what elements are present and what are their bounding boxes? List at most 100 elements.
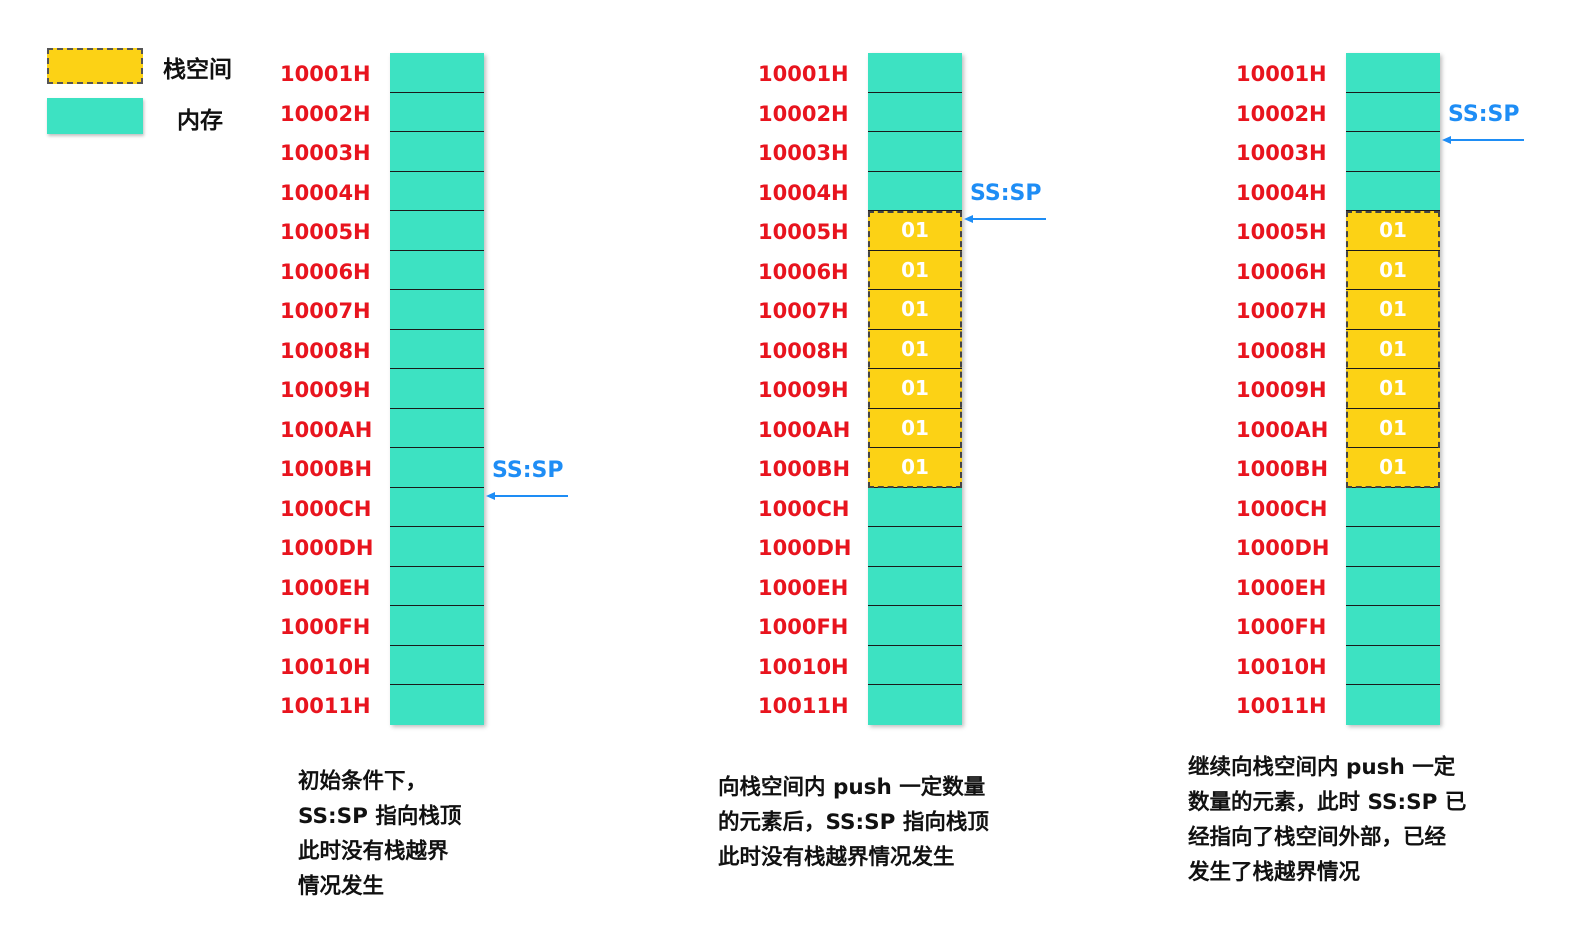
stack-cell: 01 <box>868 329 962 369</box>
address-label: 10006H <box>1236 259 1327 284</box>
caption-line: SS:SP 指向栈顶 <box>298 804 462 829</box>
memory-cell <box>1346 171 1440 211</box>
address-label: 10006H <box>758 259 849 284</box>
address-label: 1000AH <box>758 417 851 442</box>
address-label: 10009H <box>758 378 849 402</box>
address-label: 1000EH <box>758 575 849 600</box>
memory-column: 01 01 01 01 01 01 01 <box>1346 53 1440 725</box>
address-label: 1000BH <box>1236 457 1329 481</box>
caption-line: 情况发生 <box>298 874 385 899</box>
address-label: 1000DH <box>1236 536 1330 560</box>
address-label: 10002H <box>1236 101 1327 126</box>
stack-cell-value: 01 <box>1379 415 1407 440</box>
address-label: 10005H <box>1236 220 1327 244</box>
address-label: 10001H <box>758 62 849 86</box>
memory-cell <box>390 132 484 172</box>
pointer-arrow-icon <box>964 215 1046 223</box>
address-label: 1000BH <box>758 457 851 481</box>
memory-swatch <box>47 98 143 134</box>
address-label: 1000FH <box>280 615 371 639</box>
address-label: 10008H <box>758 338 849 363</box>
address-label: 1000AH <box>280 417 373 442</box>
memory-cell <box>390 290 484 330</box>
address-label: 10011H <box>280 694 371 718</box>
stack-cell-value: 01 <box>1379 455 1407 480</box>
memory-cell <box>868 132 962 172</box>
address-label: 10009H <box>1236 378 1327 402</box>
stack-cell: 01 <box>1346 290 1440 330</box>
memory-cell <box>390 171 484 211</box>
address-label: 1000CH <box>280 496 372 521</box>
pointer-label: SS:SP <box>1448 102 1520 127</box>
address-label: 10007H <box>758 299 849 323</box>
address-label: 1000FH <box>1236 615 1327 639</box>
stack-cell-value: 01 <box>1379 218 1407 243</box>
caption-line: 向栈空间内 push 一定数量 <box>718 775 986 800</box>
address-label: 10002H <box>280 101 371 126</box>
address-label: 1000CH <box>1236 496 1328 521</box>
address-label: 10011H <box>1236 694 1327 718</box>
caption-line: 初始条件下， <box>298 769 428 794</box>
caption-line: 的元素后，SS:SP 指向栈顶 <box>718 810 989 835</box>
address-label: 1000CH <box>758 496 850 521</box>
memory-cell <box>868 487 962 527</box>
address-label: 10005H <box>758 220 849 244</box>
address-label: 10006H <box>280 259 371 284</box>
stack-cell: 01 <box>1346 250 1440 290</box>
address-label: 1000DH <box>758 536 852 560</box>
pointer-arrow-icon <box>486 491 568 500</box>
stack-cell: 01 <box>1346 369 1440 409</box>
caption-line: 此时没有栈越界 <box>298 839 449 864</box>
memory-cell <box>390 92 484 132</box>
address-label: 10003H <box>758 141 849 165</box>
stack-cell: 01 <box>868 250 962 290</box>
stack-cell-value: 01 <box>901 297 929 322</box>
pointer-label: SS:SP <box>492 457 564 483</box>
stack-cell-value: 01 <box>1379 257 1407 282</box>
memory-cell <box>390 250 484 290</box>
memory-column <box>390 53 484 725</box>
memory-cell <box>1346 645 1440 685</box>
address-label: 1000EH <box>280 575 371 600</box>
memory-cell <box>390 606 484 646</box>
memory-cell <box>390 329 484 369</box>
legend-memory-label: 内存 <box>177 108 223 134</box>
caption-line: 经指向了栈空间外部，已经 <box>1188 825 1447 850</box>
memory-cell <box>868 645 962 685</box>
stack-cell: 01 <box>1346 448 1440 488</box>
memory-cell <box>868 566 962 606</box>
address-label: 10011H <box>758 694 849 718</box>
address-label: 10007H <box>280 299 371 323</box>
panel-after-push: 10001H 10002H 10003H 10004H 10005H 10006H 1000… <box>718 0 1178 926</box>
panel-caption: 向栈空间内 push 一定数量 的元素后，SS:SP 指向栈顶 此时没有栈越界情况发… <box>718 770 989 875</box>
address-label: 10003H <box>1236 141 1327 165</box>
address-label: 1000FH <box>758 615 849 639</box>
pointer-arrow-icon <box>1442 136 1524 144</box>
panel-caption: 继续向栈空间内 push 一定 数量的元素，此时 SS:SP 已经指向了栈空间外部… <box>1188 750 1466 890</box>
memory-cell <box>1346 487 1440 527</box>
stack-cell-value: 01 <box>901 376 929 401</box>
memory-cell <box>390 566 484 606</box>
memory-cell <box>868 606 962 646</box>
stack-cell: 01 <box>868 408 962 448</box>
address-label: 10004H <box>1236 180 1327 205</box>
memory-cell <box>1346 566 1440 606</box>
address-label: 1000DH <box>280 536 374 560</box>
stack-cell: 01 <box>1346 408 1440 448</box>
memory-cell <box>868 92 962 132</box>
address-label: 10005H <box>280 220 371 244</box>
address-label: 1000EH <box>1236 575 1327 600</box>
memory-cell <box>1346 53 1440 93</box>
stack-cell-value: 01 <box>901 218 929 243</box>
stack-cell: 01 <box>1346 211 1440 251</box>
address-label: 10010H <box>1236 654 1327 679</box>
stack-cell: 01 <box>868 290 962 330</box>
stack-cell-value: 01 <box>901 336 929 361</box>
address-label: 10008H <box>280 338 371 363</box>
address-label: 10001H <box>280 62 371 86</box>
stack-cell-value: 01 <box>1379 297 1407 322</box>
stack-cell-value: 01 <box>901 455 929 480</box>
memory-cell <box>390 369 484 409</box>
legend-stack-label: 栈空间 <box>163 57 232 83</box>
memory-cell <box>1346 92 1440 132</box>
